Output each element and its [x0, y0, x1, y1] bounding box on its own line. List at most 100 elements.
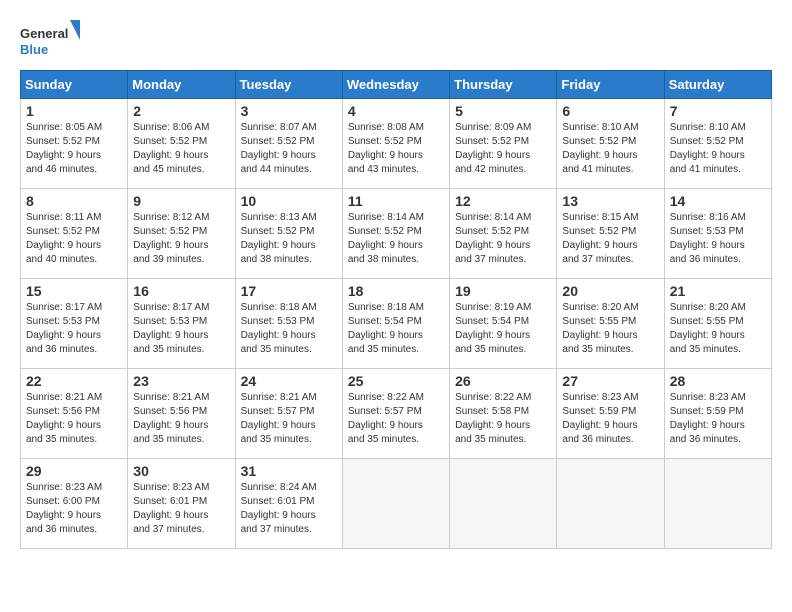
day-number: 23 — [133, 373, 229, 389]
day-number: 11 — [348, 193, 444, 209]
calendar-cell: 15 Sunrise: 8:17 AM Sunset: 5:53 PM Dayli… — [21, 279, 128, 369]
day-info: Sunrise: 8:21 AM Sunset: 5:56 PM Dayligh… — [26, 391, 122, 447]
calendar-cell: 11 Sunrise: 8:14 AM Sunset: 5:52 PM Dayli… — [342, 189, 449, 279]
calendar-cell: 31Sunrise: 8:24 AM Sunset: 6:01 PM Dayli… — [235, 459, 342, 549]
day-number: 12 — [455, 193, 551, 209]
day-number: 3 — [241, 103, 337, 119]
calendar-cell: 24 Sunrise: 8:21 AM Sunset: 5:57 PM Dayli… — [235, 369, 342, 459]
day-info: Sunrise: 8:22 AM Sunset: 5:58 PM Dayligh… — [455, 391, 551, 447]
day-info: Sunrise: 8:21 AM Sunset: 5:56 PM Dayligh… — [133, 391, 229, 447]
calendar-cell: 13 Sunrise: 8:15 AM Sunset: 5:52 PM Dayli… — [557, 189, 664, 279]
calendar-cell: 17 Sunrise: 8:18 AM Sunset: 5:53 PM Dayli… — [235, 279, 342, 369]
week-row-4: 22 Sunrise: 8:21 AM Sunset: 5:56 PM Dayli… — [21, 369, 772, 459]
calendar-cell: 28Sunrise: 8:23 AM Sunset: 5:59 PM Dayli… — [664, 369, 771, 459]
calendar-cell — [664, 459, 771, 549]
day-number: 1 — [26, 103, 122, 119]
calendar-cell: 1 Sunrise: 8:05 AM Sunset: 5:52 PM Daylig… — [21, 99, 128, 189]
day-info: Sunrise: 8:10 AM Sunset: 5:52 PM Dayligh… — [670, 121, 766, 177]
calendar-cell: 27Sunrise: 8:23 AM Sunset: 5:59 PM Dayli… — [557, 369, 664, 459]
calendar-cell — [450, 459, 557, 549]
day-info: Sunrise: 8:12 AM Sunset: 5:52 PM Dayligh… — [133, 211, 229, 267]
calendar-cell — [342, 459, 449, 549]
calendar-cell: 6 Sunrise: 8:10 AM Sunset: 5:52 PM Daylig… — [557, 99, 664, 189]
day-info: Sunrise: 8:19 AM Sunset: 5:54 PM Dayligh… — [455, 301, 551, 357]
day-info: Sunrise: 8:06 AM Sunset: 5:52 PM Dayligh… — [133, 121, 229, 177]
day-info: Sunrise: 8:11 AM Sunset: 5:52 PM Dayligh… — [26, 211, 122, 267]
day-info: Sunrise: 8:20 AM Sunset: 5:55 PM Dayligh… — [562, 301, 658, 357]
day-info: Sunrise: 8:23 AM Sunset: 5:59 PM Dayligh… — [670, 391, 766, 447]
day-info: Sunrise: 8:15 AM Sunset: 5:52 PM Dayligh… — [562, 211, 658, 267]
day-info: Sunrise: 8:18 AM Sunset: 5:53 PM Dayligh… — [241, 301, 337, 357]
day-number: 25 — [348, 373, 444, 389]
day-info: Sunrise: 8:07 AM Sunset: 5:52 PM Dayligh… — [241, 121, 337, 177]
day-info: Sunrise: 8:05 AM Sunset: 5:52 PM Dayligh… — [26, 121, 122, 177]
weekday-header-tuesday: Tuesday — [235, 71, 342, 99]
logo-svg: GeneralBlue — [20, 20, 80, 60]
calendar-cell: 25 Sunrise: 8:22 AM Sunset: 5:57 PM Dayli… — [342, 369, 449, 459]
day-info: Sunrise: 8:22 AM Sunset: 5:57 PM Dayligh… — [348, 391, 444, 447]
day-info: Sunrise: 8:09 AM Sunset: 5:52 PM Dayligh… — [455, 121, 551, 177]
day-number: 19 — [455, 283, 551, 299]
calendar-cell: 12 Sunrise: 8:14 AM Sunset: 5:52 PM Dayli… — [450, 189, 557, 279]
calendar-body: 1 Sunrise: 8:05 AM Sunset: 5:52 PM Daylig… — [21, 99, 772, 549]
day-info: Sunrise: 8:13 AM Sunset: 5:52 PM Dayligh… — [241, 211, 337, 267]
weekday-header-saturday: Saturday — [664, 71, 771, 99]
day-info: Sunrise: 8:10 AM Sunset: 5:52 PM Dayligh… — [562, 121, 658, 177]
calendar-table: SundayMondayTuesdayWednesdayThursdayFrid… — [20, 70, 772, 549]
calendar-cell: 16Sunrise: 8:17 AM Sunset: 5:53 PM Dayli… — [128, 279, 235, 369]
calendar-cell: 20 Sunrise: 8:20 AM Sunset: 5:55 PM Dayli… — [557, 279, 664, 369]
calendar-cell: 26 Sunrise: 8:22 AM Sunset: 5:58 PM Dayli… — [450, 369, 557, 459]
day-number: 15 — [26, 283, 122, 299]
day-info: Sunrise: 8:17 AM Sunset: 5:53 PM Dayligh… — [26, 301, 122, 357]
week-row-1: 1 Sunrise: 8:05 AM Sunset: 5:52 PM Daylig… — [21, 99, 772, 189]
weekday-header-row: SundayMondayTuesdayWednesdayThursdayFrid… — [21, 71, 772, 99]
day-number: 9 — [133, 193, 229, 209]
svg-text:Blue: Blue — [20, 42, 48, 57]
week-row-3: 15 Sunrise: 8:17 AM Sunset: 5:53 PM Dayli… — [21, 279, 772, 369]
day-number: 2 — [133, 103, 229, 119]
day-info: Sunrise: 8:18 AM Sunset: 5:54 PM Dayligh… — [348, 301, 444, 357]
day-info: Sunrise: 8:14 AM Sunset: 5:52 PM Dayligh… — [348, 211, 444, 267]
calendar-cell: 5 Sunrise: 8:09 AM Sunset: 5:52 PM Daylig… — [450, 99, 557, 189]
day-info: Sunrise: 8:20 AM Sunset: 5:55 PM Dayligh… — [670, 301, 766, 357]
calendar-cell: 19 Sunrise: 8:19 AM Sunset: 5:54 PM Dayli… — [450, 279, 557, 369]
weekday-header-thursday: Thursday — [450, 71, 557, 99]
day-number: 24 — [241, 373, 337, 389]
weekday-header-sunday: Sunday — [21, 71, 128, 99]
day-info: Sunrise: 8:21 AM Sunset: 5:57 PM Dayligh… — [241, 391, 337, 447]
day-number: 26 — [455, 373, 551, 389]
weekday-header-monday: Monday — [128, 71, 235, 99]
day-info: Sunrise: 8:16 AM Sunset: 5:53 PM Dayligh… — [670, 211, 766, 267]
calendar-cell: 9 Sunrise: 8:12 AM Sunset: 5:52 PM Daylig… — [128, 189, 235, 279]
day-number: 8 — [26, 193, 122, 209]
page-header: GeneralBlue — [20, 20, 772, 60]
calendar-cell: 10Sunrise: 8:13 AM Sunset: 5:52 PM Dayli… — [235, 189, 342, 279]
calendar-cell: 18Sunrise: 8:18 AM Sunset: 5:54 PM Dayli… — [342, 279, 449, 369]
day-number: 13 — [562, 193, 658, 209]
calendar-cell — [557, 459, 664, 549]
calendar-cell: 4 Sunrise: 8:08 AM Sunset: 5:52 PM Daylig… — [342, 99, 449, 189]
calendar-cell: 8 Sunrise: 8:11 AM Sunset: 5:52 PM Daylig… — [21, 189, 128, 279]
calendar-cell: 2 Sunrise: 8:06 AM Sunset: 5:52 PM Daylig… — [128, 99, 235, 189]
day-number: 17 — [241, 283, 337, 299]
day-info: Sunrise: 8:23 AM Sunset: 5:59 PM Dayligh… — [562, 391, 658, 447]
calendar-cell: 30 Sunrise: 8:23 AM Sunset: 6:01 PM Dayli… — [128, 459, 235, 549]
calendar-cell: 29Sunrise: 8:23 AM Sunset: 6:00 PM Dayli… — [21, 459, 128, 549]
svg-text:General: General — [20, 26, 68, 41]
day-number: 30 — [133, 463, 229, 479]
day-number: 14 — [670, 193, 766, 209]
day-number: 5 — [455, 103, 551, 119]
day-number: 4 — [348, 103, 444, 119]
calendar-cell: 14 Sunrise: 8:16 AM Sunset: 5:53 PM Dayli… — [664, 189, 771, 279]
day-number: 6 — [562, 103, 658, 119]
day-info: Sunrise: 8:08 AM Sunset: 5:52 PM Dayligh… — [348, 121, 444, 177]
week-row-5: 29Sunrise: 8:23 AM Sunset: 6:00 PM Dayli… — [21, 459, 772, 549]
day-info: Sunrise: 8:14 AM Sunset: 5:52 PM Dayligh… — [455, 211, 551, 267]
calendar-cell: 3 Sunrise: 8:07 AM Sunset: 5:52 PM Daylig… — [235, 99, 342, 189]
day-info: Sunrise: 8:23 AM Sunset: 6:00 PM Dayligh… — [26, 481, 122, 537]
day-number: 31 — [241, 463, 337, 479]
day-number: 22 — [26, 373, 122, 389]
day-number: 20 — [562, 283, 658, 299]
day-info: Sunrise: 8:23 AM Sunset: 6:01 PM Dayligh… — [133, 481, 229, 537]
calendar-cell: 22 Sunrise: 8:21 AM Sunset: 5:56 PM Dayli… — [21, 369, 128, 459]
